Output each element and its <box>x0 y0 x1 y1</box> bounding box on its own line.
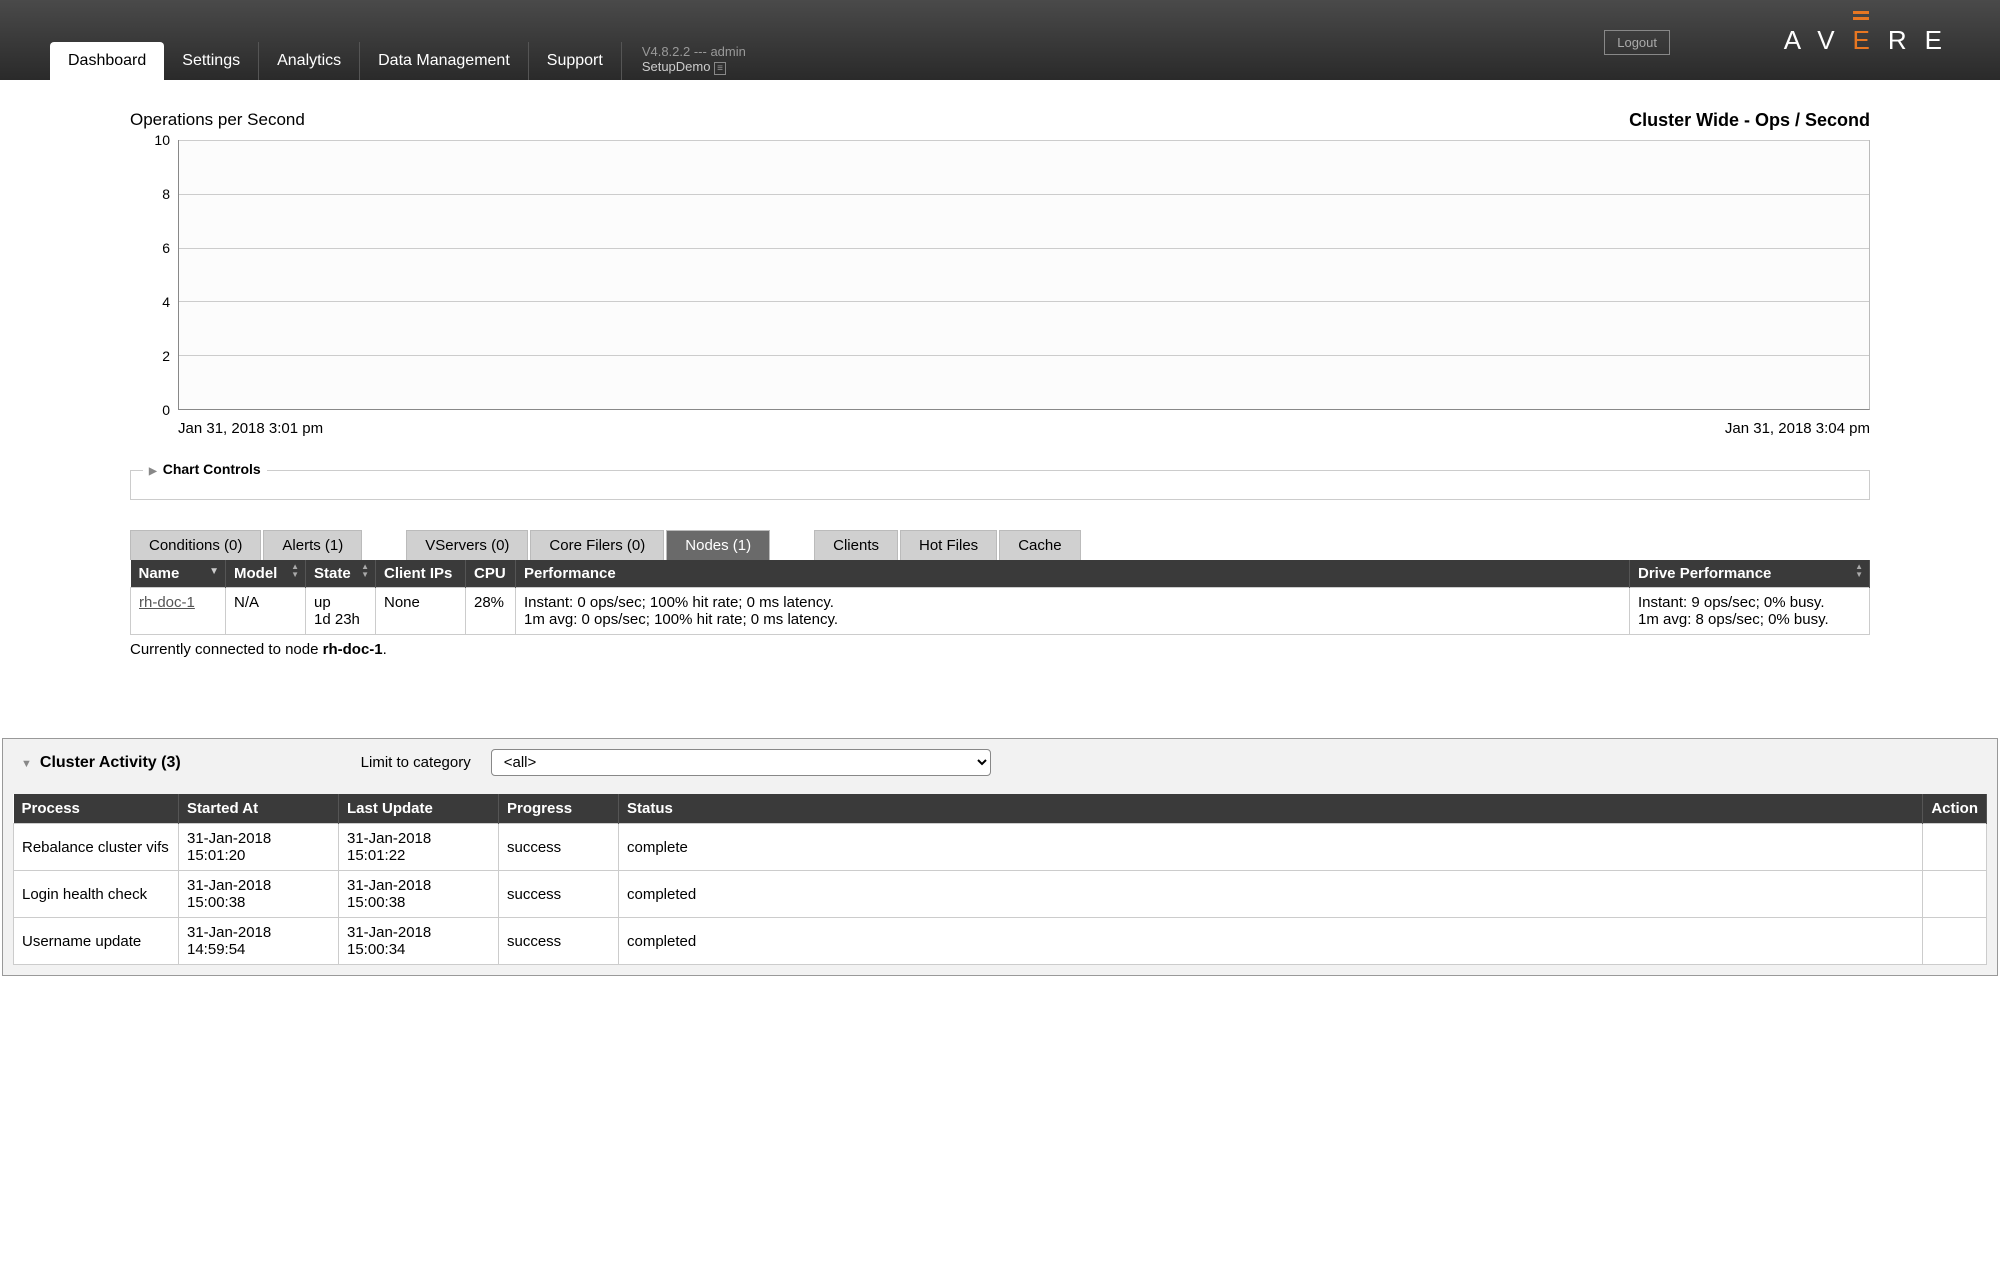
col-last-update[interactable]: Last Update <box>339 794 499 824</box>
cell-process: Rebalance cluster vifs <box>14 824 179 871</box>
cell-action <box>1923 918 1987 965</box>
status-tabs: Conditions (0) Alerts (1) VServers (0) C… <box>130 530 1870 560</box>
tab-alerts[interactable]: Alerts (1) <box>263 530 362 560</box>
col-action[interactable]: Action <box>1923 794 1987 824</box>
col-cpu[interactable]: CPU <box>466 560 516 588</box>
col-client-ips[interactable]: Client IPs <box>376 560 466 588</box>
cell-action <box>1923 871 1987 918</box>
nodes-table: Name▼ Model▲▼ State▲▼ Client IPs CPU Per… <box>130 560 1870 635</box>
cell-performance: Instant: 0 ops/sec; 100% hit rate; 0 ms … <box>516 588 1630 635</box>
col-name[interactable]: Name▼ <box>131 560 226 588</box>
tab-conditions[interactable]: Conditions (0) <box>130 530 261 560</box>
col-model[interactable]: Model▲▼ <box>226 560 306 588</box>
chart-plot[interactable] <box>178 140 1870 410</box>
chart-main-title: Cluster Wide - Ops / Second <box>1629 110 1870 131</box>
cell-model: N/A <box>226 588 306 635</box>
chart-y-axis: 10 8 6 4 2 0 <box>140 140 170 410</box>
category-select[interactable]: <all> <box>491 749 991 776</box>
tab-cache[interactable]: Cache <box>999 530 1080 560</box>
tab-data-management[interactable]: Data Management <box>360 42 529 80</box>
cell-progress: success <box>499 871 619 918</box>
cell-cpu: 28% <box>466 588 516 635</box>
cell-started: 31-Jan-2018 15:01:20 <box>179 824 339 871</box>
chart-y-title: Operations per Second <box>130 110 305 130</box>
chart-area: 10 8 6 4 2 0 Jan 31, 2018 3:01 pm Jan 31… <box>150 140 1870 430</box>
cell-state: up 1d 23h <box>306 588 376 635</box>
table-row: Login health check31-Jan-2018 15:00:3831… <box>14 871 1987 918</box>
chart-controls-toggle[interactable]: Chart Controls <box>143 461 267 477</box>
header-bar: Logout AVERE Dashboard Settings Analytic… <box>0 0 2000 80</box>
table-row: Rebalance cluster vifs31-Jan-2018 15:01:… <box>14 824 1987 871</box>
limit-category-label: Limit to category <box>361 754 471 771</box>
chart-controls-panel[interactable]: Chart Controls <box>130 470 1870 500</box>
tab-settings[interactable]: Settings <box>164 42 259 80</box>
chart-section: Operations per Second Cluster Wide - Ops… <box>130 110 1870 500</box>
cell-process: Username update <box>14 918 179 965</box>
logout-button[interactable]: Logout <box>1604 30 1670 55</box>
col-started[interactable]: Started At <box>179 794 339 824</box>
col-process[interactable]: Process <box>14 794 179 824</box>
tab-analytics[interactable]: Analytics <box>259 42 360 80</box>
cell-progress: success <box>499 824 619 871</box>
cluster-activity-toggle[interactable]: Cluster Activity (3) <box>21 754 181 772</box>
cell-status: completed <box>619 918 1923 965</box>
cluster-menu-icon[interactable]: ≡ <box>714 62 726 75</box>
tab-core-filers[interactable]: Core Filers (0) <box>530 530 664 560</box>
cell-started: 31-Jan-2018 15:00:38 <box>179 871 339 918</box>
chart-x-axis: Jan 31, 2018 3:01 pm Jan 31, 2018 3:04 p… <box>178 420 1870 437</box>
table-row: rh-doc-1 N/A up 1d 23h None 28% Instant:… <box>131 588 1870 635</box>
tab-vservers[interactable]: VServers (0) <box>406 530 528 560</box>
tab-hot-files[interactable]: Hot Files <box>900 530 997 560</box>
cell-action <box>1923 824 1987 871</box>
cluster-activity-panel: Cluster Activity (3) Limit to category <… <box>2 738 1998 976</box>
avere-logo: AVERE <box>1784 25 1960 56</box>
cell-status: completed <box>619 871 1923 918</box>
cell-updated: 31-Jan-2018 15:01:22 <box>339 824 499 871</box>
cell-updated: 31-Jan-2018 15:00:38 <box>339 871 499 918</box>
col-status[interactable]: Status <box>619 794 1923 824</box>
version-info: V4.8.2.2 --- admin SetupDemo ≡ <box>642 44 746 80</box>
col-performance[interactable]: Performance <box>516 560 1630 588</box>
tab-support[interactable]: Support <box>529 42 622 80</box>
col-state[interactable]: State▲▼ <box>306 560 376 588</box>
node-link[interactable]: rh-doc-1 <box>139 594 195 611</box>
table-row: Username update31-Jan-2018 14:59:5431-Ja… <box>14 918 1987 965</box>
tab-nodes[interactable]: Nodes (1) <box>666 530 770 560</box>
cell-started: 31-Jan-2018 14:59:54 <box>179 918 339 965</box>
col-drive-performance[interactable]: Drive Performance▲▼ <box>1630 560 1870 588</box>
cell-updated: 31-Jan-2018 15:00:34 <box>339 918 499 965</box>
connected-note: Currently connected to node rh-doc-1. <box>130 641 1870 658</box>
cell-process: Login health check <box>14 871 179 918</box>
cell-drive-performance: Instant: 9 ops/sec; 0% busy. 1m avg: 8 o… <box>1630 588 1870 635</box>
cell-progress: success <box>499 918 619 965</box>
activity-table: Process Started At Last Update Progress … <box>13 794 1987 965</box>
main-content: Operations per Second Cluster Wide - Ops… <box>0 80 2000 688</box>
tab-clients[interactable]: Clients <box>814 530 898 560</box>
main-tabs: Dashboard Settings Analytics Data Manage… <box>50 42 746 80</box>
cell-status: complete <box>619 824 1923 871</box>
col-progress[interactable]: Progress <box>499 794 619 824</box>
tab-dashboard[interactable]: Dashboard <box>50 42 164 80</box>
cell-client-ips: None <box>376 588 466 635</box>
